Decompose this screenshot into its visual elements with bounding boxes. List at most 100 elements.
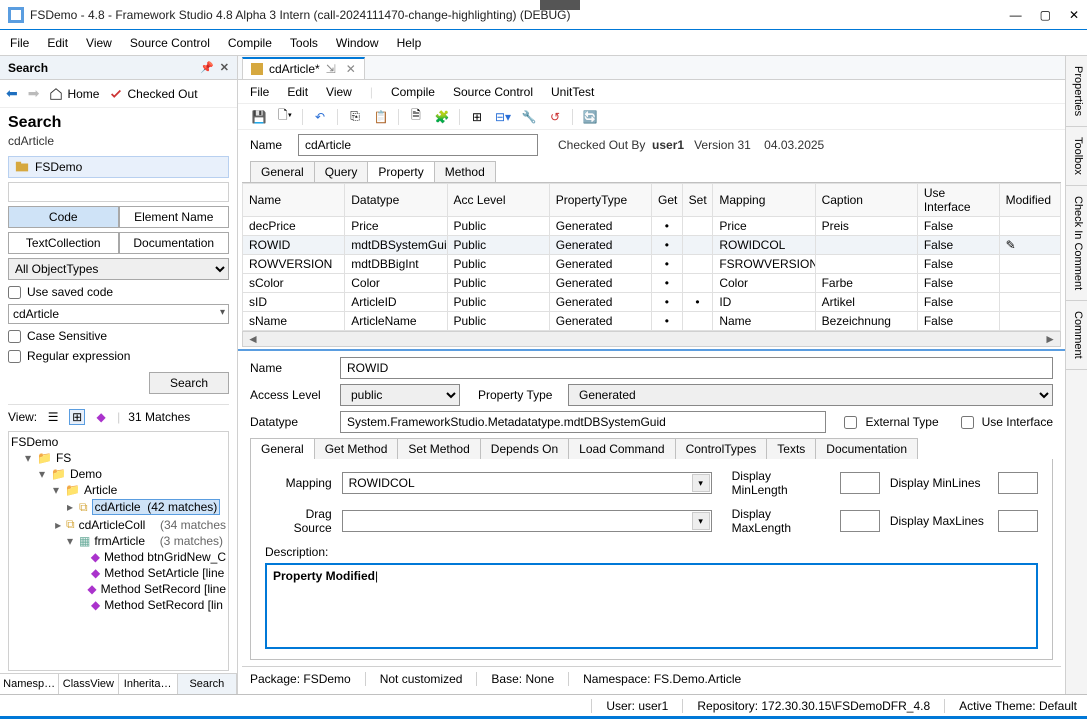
regex-checkbox[interactable]: [8, 350, 21, 363]
description-input[interactable]: Property Modified|: [265, 563, 1038, 649]
tab-method[interactable]: Method: [434, 161, 496, 182]
panel-close-icon[interactable]: ✕: [220, 61, 229, 74]
subtab-set[interactable]: Set Method: [397, 438, 480, 459]
table-row[interactable]: sIDArticleIDPublicGenerated••IDArtikelFa…: [243, 293, 1061, 312]
col-get[interactable]: Get: [652, 184, 683, 217]
maximize-button[interactable]: ▢: [1040, 8, 1051, 22]
doc-name-input[interactable]: [298, 134, 538, 156]
tree-demo[interactable]: ▾📁Demo: [11, 466, 226, 482]
col-useiface[interactable]: Use Interface: [917, 184, 999, 217]
subtab-general[interactable]: General: [250, 438, 315, 459]
submenu-compile[interactable]: Compile: [391, 85, 435, 99]
submenu-view[interactable]: View: [326, 85, 352, 99]
rail-toolbox[interactable]: Toolbox: [1066, 127, 1087, 186]
form-dtype-input[interactable]: [340, 411, 826, 433]
col-mapping[interactable]: Mapping: [713, 184, 815, 217]
grid-icon[interactable]: ⊟▾: [494, 108, 512, 126]
document-tab[interactable]: cdArticle* ⇲ ✕: [242, 57, 365, 79]
cal-icon[interactable]: ⊞: [468, 108, 486, 126]
submenu-file[interactable]: File: [250, 85, 269, 99]
menu-edit[interactable]: Edit: [47, 36, 68, 50]
toggle-element-name[interactable]: Element Name: [119, 206, 230, 228]
col-set[interactable]: Set: [682, 184, 713, 217]
new-icon[interactable]: 🗋▾: [276, 108, 294, 126]
mapping-input[interactable]: [342, 472, 712, 494]
left-tab-search[interactable]: Search: [178, 674, 237, 694]
use-interface-checkbox[interactable]: [961, 416, 974, 429]
subtab-doc[interactable]: Documentation: [815, 438, 918, 459]
tool-icon[interactable]: 🔧: [520, 108, 538, 126]
drag-dropdown-icon[interactable]: ▾: [692, 512, 710, 530]
pin-icon[interactable]: 📌: [200, 61, 214, 74]
tab-query[interactable]: Query: [314, 161, 369, 182]
rail-properties[interactable]: Properties: [1066, 56, 1087, 127]
subtab-load[interactable]: Load Command: [568, 438, 675, 459]
maxlines-input[interactable]: [998, 510, 1038, 532]
search-blank-input[interactable]: [8, 182, 229, 202]
revert-icon[interactable]: ↺: [546, 108, 564, 126]
search-term-dropdown-icon[interactable]: ▾: [220, 307, 225, 318]
rail-comment[interactable]: Comment: [1066, 301, 1087, 370]
save-icon[interactable]: 💾: [250, 108, 268, 126]
form-name-input[interactable]: [340, 357, 1053, 379]
nav-home[interactable]: Home: [49, 87, 99, 101]
toggle-textcollection[interactable]: TextCollection: [8, 232, 119, 254]
minimize-button[interactable]: —: [1010, 8, 1022, 22]
menu-view[interactable]: View: [86, 36, 112, 50]
subtab-get[interactable]: Get Method: [314, 438, 399, 459]
menu-help[interactable]: Help: [397, 36, 422, 50]
maxlen-input[interactable]: [840, 510, 880, 532]
undo-icon[interactable]: ↶: [311, 108, 329, 126]
table-row[interactable]: decPricePricePublicGenerated•PricePreisF…: [243, 217, 1061, 236]
tree-method-4[interactable]: ◆Method SetRecord [lin: [11, 597, 226, 613]
table-row[interactable]: sNameArticleNamePublicGenerated•NameBeze…: [243, 312, 1061, 331]
external-type-checkbox[interactable]: [844, 416, 857, 429]
puzzle-icon[interactable]: 🧩: [433, 108, 451, 126]
col-acclevel[interactable]: Acc Level: [447, 184, 549, 217]
nav-forward-icon[interactable]: ➡: [28, 85, 40, 102]
menu-source-control[interactable]: Source Control: [130, 36, 210, 50]
nav-back-icon[interactable]: ⬅: [6, 85, 18, 102]
use-saved-code-checkbox[interactable]: [8, 286, 21, 299]
col-datatype[interactable]: Datatype: [345, 184, 447, 217]
search-repo-row[interactable]: FSDemo: [8, 156, 229, 178]
toggle-documentation[interactable]: Documentation: [119, 232, 230, 254]
case-sensitive-checkbox[interactable]: [8, 330, 21, 343]
tree-root[interactable]: FSDemo: [11, 434, 226, 450]
mapping-dropdown-icon[interactable]: ▾: [692, 474, 710, 492]
tab-property[interactable]: Property: [367, 161, 434, 182]
objecttypes-select[interactable]: All ObjectTypes: [8, 258, 229, 280]
submenu-unittest[interactable]: UnitTest: [551, 85, 594, 99]
tree-method-2[interactable]: ◆Method SetArticle [line: [11, 565, 226, 581]
tree-method-1[interactable]: ◆Method btnGridNew_C: [11, 549, 226, 565]
col-name[interactable]: Name: [243, 184, 345, 217]
menu-compile[interactable]: Compile: [228, 36, 272, 50]
tree-method-3[interactable]: ◆Method SetRecord [line: [11, 581, 226, 597]
search-term-input[interactable]: [8, 304, 229, 324]
submenu-edit[interactable]: Edit: [287, 85, 308, 99]
minlen-input[interactable]: [840, 472, 880, 494]
tab-general[interactable]: General: [250, 161, 315, 182]
col-caption[interactable]: Caption: [815, 184, 917, 217]
document-tab-close-icon[interactable]: ✕: [346, 62, 356, 76]
form-ptype-select[interactable]: Generated: [568, 384, 1053, 406]
left-tab-namespace[interactable]: Namesp…: [0, 674, 59, 694]
paste-icon[interactable]: 📋: [372, 108, 390, 126]
rail-checkin-comment[interactable]: Check In Comment: [1066, 186, 1087, 301]
close-button[interactable]: ✕: [1069, 8, 1079, 22]
toggle-code[interactable]: Code: [8, 206, 119, 228]
tree-cdarticle[interactable]: ▸⧉cdArticle (42 matches): [11, 498, 226, 516]
copy-icon[interactable]: ⎘: [346, 108, 364, 126]
tree-frmarticle[interactable]: ▾▦frmArticle (3 matches): [11, 533, 226, 549]
submenu-source-control[interactable]: Source Control: [453, 85, 533, 99]
tree-article[interactable]: ▾📁Article: [11, 482, 226, 498]
left-tab-classview[interactable]: ClassView: [59, 674, 118, 694]
drag-input[interactable]: [342, 510, 712, 532]
subtab-depends[interactable]: Depends On: [480, 438, 569, 459]
view-tree-icon[interactable]: ⊞: [69, 409, 85, 425]
col-modified[interactable]: Modified: [999, 184, 1060, 217]
col-proptype[interactable]: PropertyType: [549, 184, 651, 217]
tree-cdarticlecoll[interactable]: ▸⧉cdArticleColl (34 matches: [11, 516, 226, 533]
form-acc-select[interactable]: public: [340, 384, 460, 406]
left-tab-inherit[interactable]: Inherita…: [119, 674, 178, 694]
